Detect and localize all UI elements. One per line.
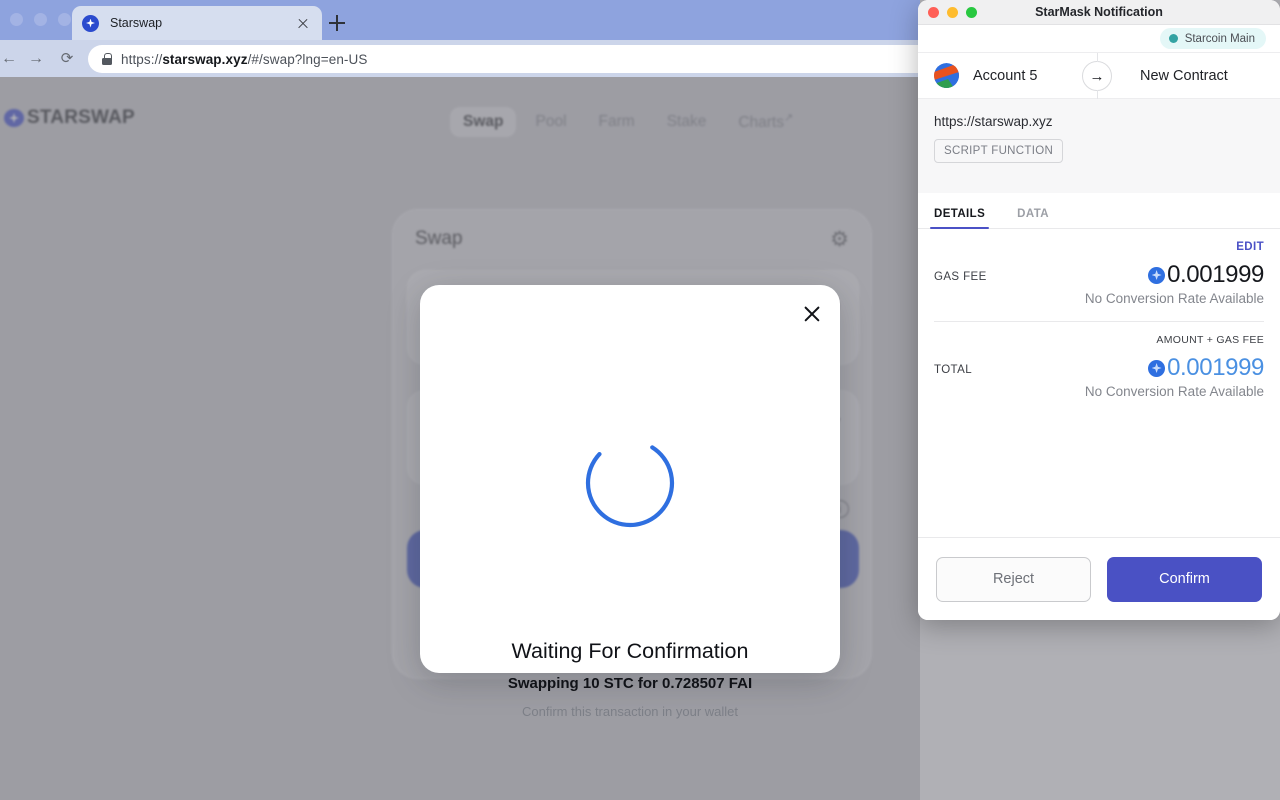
amount-plus-gas-label: AMOUNT + GAS FEE <box>934 322 1264 346</box>
account-row: Account 5 → New Contract <box>918 53 1280 99</box>
recipient-name: New Contract <box>1140 68 1228 84</box>
modal-subheading: Swapping 10 STC for 0.728507 FAI <box>420 675 840 692</box>
browser-url-bar: ← → ⟳ https://starswap.xyz/#/swap?lng=en… <box>0 40 920 77</box>
new-tab-button[interactable] <box>326 12 348 34</box>
url-input[interactable]: https://starswap.xyz/#/swap?lng=en-US <box>88 45 920 73</box>
close-icon[interactable] <box>798 300 826 328</box>
url-prefix: https:// <box>121 52 162 67</box>
browser-tab-strip: Starswap <box>0 0 920 40</box>
forward-arrow-icon[interactable]: → <box>27 50 45 68</box>
details-body: EDIT GAS FEE 0.001999 No Conversion Rate… <box>918 229 1280 404</box>
url-domain: starswap.xyz <box>162 52 247 67</box>
gas-fee-row: GAS FEE 0.001999 No Conversion Rate Avai… <box>934 253 1264 311</box>
starmask-footer: Reject Confirm <box>918 537 1280 620</box>
gas-fee-amount: 0.001999 <box>1167 261 1264 289</box>
window-minimize-button[interactable] <box>947 7 958 18</box>
window-close-button[interactable] <box>928 7 939 18</box>
window-zoom-button[interactable] <box>966 7 977 18</box>
browser-minimize-dot[interactable] <box>34 13 47 26</box>
browser-traffic-lights <box>10 13 71 26</box>
lock-icon <box>102 53 112 65</box>
transfer-arrow-icon: → <box>1082 61 1112 91</box>
edit-link[interactable]: EDIT <box>934 229 1264 253</box>
browser-window: Starswap ← → ⟳ https://starswap.xyz/#/sw… <box>0 0 920 800</box>
url-text: https://starswap.xyz/#/swap?lng=en-US <box>121 52 367 67</box>
confirm-button[interactable]: Confirm <box>1107 557 1262 602</box>
reject-button[interactable]: Reject <box>936 557 1091 602</box>
starcoin-icon <box>1148 267 1165 284</box>
account-name: Account 5 <box>973 68 1038 84</box>
origin-url: https://starswap.xyz <box>934 114 1264 129</box>
network-name: Starcoin Main <box>1185 33 1255 45</box>
url-path: /#/swap?lng=en-US <box>248 52 368 67</box>
starmask-traffic-lights <box>928 7 977 18</box>
tab-data[interactable]: DATA <box>1017 208 1049 228</box>
loading-spinner-icon <box>583 436 677 530</box>
starmask-notification-window: StarMask Notification Starcoin Main Acco… <box>918 0 1280 620</box>
starmask-titlebar: StarMask Notification <box>918 0 1280 25</box>
modal-hint: Confirm this transaction in your wallet <box>420 704 840 719</box>
script-function-chip: SCRIPT FUNCTION <box>934 139 1063 163</box>
network-badge[interactable]: Starcoin Main <box>1160 28 1266 49</box>
reload-icon[interactable]: ⟳ <box>58 50 76 68</box>
starcoin-icon <box>1148 360 1165 377</box>
tab-details[interactable]: DETAILS <box>934 208 985 228</box>
page-viewport: STARSWAP Swap Pool Farm Stake Charts↗ Sw… <box>0 77 920 800</box>
browser-zoom-dot[interactable] <box>58 13 71 26</box>
modal-heading: Waiting For Confirmation <box>420 639 840 664</box>
account-avatar <box>934 63 959 88</box>
total-amount: 0.001999 <box>1167 354 1264 382</box>
browser-tab-starswap[interactable]: Starswap <box>72 6 322 40</box>
starmask-tabs: DETAILS DATA <box>918 193 1280 229</box>
starswap-favicon-icon <box>82 15 99 32</box>
gas-fee-conversion-note: No Conversion Rate Available <box>934 291 1264 306</box>
total-amount-line: 0.001999 <box>934 354 1264 382</box>
browser-tab-title: Starswap <box>110 16 294 30</box>
total-row: TOTAL 0.001999 No Conversion Rate Availa… <box>934 346 1264 404</box>
waiting-for-confirmation-modal: Waiting For Confirmation Swapping 10 STC… <box>420 285 840 673</box>
network-status-dot <box>1169 34 1178 43</box>
network-row: Starcoin Main <box>918 25 1280 53</box>
total-conversion-note: No Conversion Rate Available <box>934 384 1264 399</box>
tab-close-icon[interactable] <box>294 14 312 32</box>
back-arrow-icon[interactable]: ← <box>0 50 18 68</box>
origin-section: https://starswap.xyz SCRIPT FUNCTION <box>918 99 1280 193</box>
total-label: TOTAL <box>934 364 972 376</box>
gas-fee-label: GAS FEE <box>934 271 987 283</box>
browser-close-dot[interactable] <box>10 13 23 26</box>
